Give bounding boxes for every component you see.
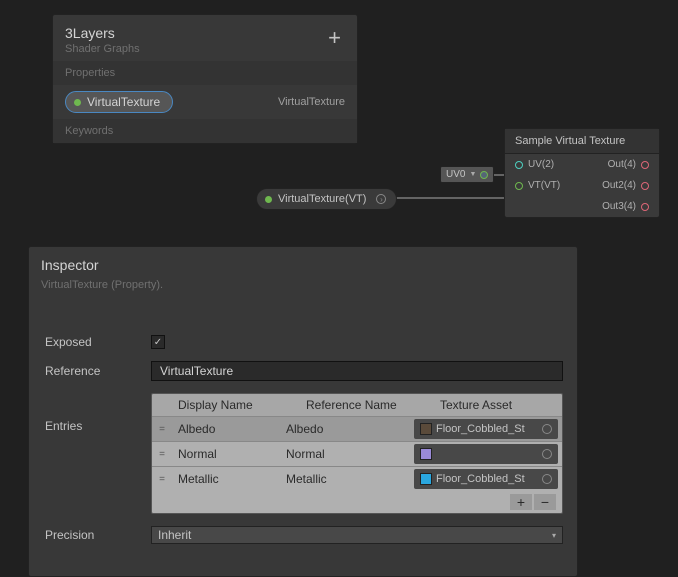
entry-reference: Metallic: [280, 468, 414, 490]
node-virtualtexture[interactable]: VirtualTexture(VT) ›: [256, 188, 397, 210]
port-out3-label: Out3(4): [602, 201, 636, 212]
port-out2[interactable]: [641, 182, 649, 190]
reference-input[interactable]: [151, 361, 563, 381]
port-in-vt[interactable]: [515, 182, 523, 190]
object-picker-icon[interactable]: [542, 474, 552, 484]
port-out3[interactable]: [641, 203, 649, 211]
precision-value: Inherit: [158, 528, 191, 542]
property-pill-virtualtexture[interactable]: VirtualTexture: [65, 91, 173, 113]
port-in-uv-label: UV(2): [528, 159, 554, 170]
property-color-dot: [74, 99, 81, 106]
port-out2-label: Out2(4): [602, 180, 636, 191]
uv-output-port[interactable]: [480, 171, 488, 179]
keywords-section-label: Keywords: [53, 119, 357, 143]
port-out1[interactable]: [641, 161, 649, 169]
entry-reference: Albedo: [280, 418, 414, 440]
texture-asset-field[interactable]: Floor_Cobbled_St: [414, 419, 558, 439]
precision-label: Precision: [45, 528, 151, 542]
exposed-label: Exposed: [45, 335, 151, 349]
properties-section-label: Properties: [53, 61, 357, 85]
node-expand-icon[interactable]: ›: [376, 194, 386, 204]
entry-row-1[interactable]: = Normal Normal: [152, 441, 562, 466]
blackboard-add-button[interactable]: +: [324, 25, 345, 51]
object-picker-icon[interactable]: [542, 424, 552, 434]
port-in-vt-label: VT(VT): [528, 180, 560, 191]
property-name: VirtualTexture: [87, 95, 160, 109]
texture-swatch: [420, 473, 432, 485]
inspector-subtitle: VirtualTexture (Property).: [41, 279, 565, 291]
entry-display: Metallic: [172, 468, 280, 490]
texture-asset-name: Floor_Cobbled_St: [436, 423, 538, 435]
entry-display: Normal: [172, 443, 280, 465]
drag-handle-icon[interactable]: =: [152, 445, 172, 464]
object-picker-icon[interactable]: [542, 449, 552, 459]
entries-label: Entries: [45, 393, 151, 433]
texture-asset-name: Floor_Cobbled_St: [436, 473, 538, 485]
inspector-panel: Inspector VirtualTexture (Property). Exp…: [28, 246, 578, 577]
port-in-uv[interactable]: [515, 161, 523, 169]
node-vt-label: VirtualTexture(VT): [278, 193, 366, 205]
texture-asset-field[interactable]: [414, 444, 558, 464]
entry-row-0[interactable]: = Albedo Albedo Floor_Cobbled_St: [152, 416, 562, 441]
uv-channel-dropdown[interactable]: UV0 ▼: [440, 166, 494, 183]
sample-node-title: Sample Virtual Texture: [505, 129, 659, 154]
col-reference-name: Reference Name: [300, 394, 434, 416]
inspector-title: Inspector: [41, 257, 565, 273]
entry-display: Albedo: [172, 418, 280, 440]
blackboard-subtitle: Shader Graphs: [65, 43, 324, 55]
drag-handle-icon[interactable]: =: [152, 420, 172, 439]
dropdown-arrow-icon: ▾: [552, 531, 556, 540]
property-type-label: VirtualTexture: [278, 96, 345, 108]
exposed-checkbox[interactable]: ✓: [151, 335, 165, 349]
node-color-dot: [265, 196, 272, 203]
col-display-name: Display Name: [172, 394, 300, 416]
dropdown-arrow-icon: ▼: [469, 171, 476, 178]
entries-remove-button[interactable]: −: [534, 494, 556, 510]
entries-table: Display Name Reference Name Texture Asse…: [151, 393, 563, 514]
texture-asset-field[interactable]: Floor_Cobbled_St: [414, 469, 558, 489]
texture-swatch: [420, 423, 432, 435]
col-texture-asset: Texture Asset: [434, 394, 562, 416]
drag-handle-icon[interactable]: =: [152, 470, 172, 489]
uv-channel-value: UV0: [446, 169, 465, 180]
texture-swatch: [420, 448, 432, 460]
port-out1-label: Out(4): [608, 159, 636, 170]
blackboard-title: 3Layers: [65, 25, 324, 41]
node-sample-virtual-texture[interactable]: Sample Virtual Texture UV(2) Out(4) VT(V…: [504, 128, 660, 218]
entry-row-2[interactable]: = Metallic Metallic Floor_Cobbled_St: [152, 466, 562, 491]
reference-label: Reference: [45, 364, 151, 378]
blackboard-panel: 3Layers Shader Graphs + Properties Virtu…: [52, 14, 358, 144]
precision-dropdown[interactable]: Inherit ▾: [151, 526, 563, 544]
entry-reference: Normal: [280, 443, 414, 465]
entries-add-button[interactable]: +: [510, 494, 532, 510]
